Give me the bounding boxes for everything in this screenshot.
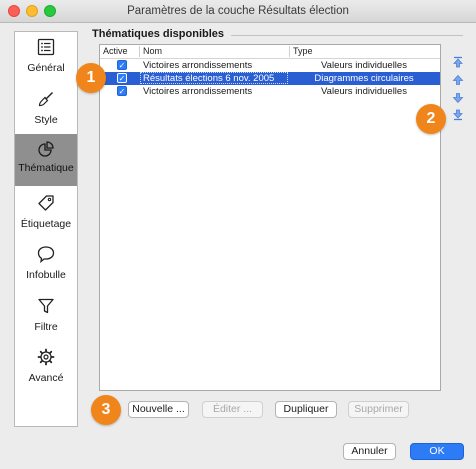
sidebar-item-infobulle[interactable]: Infobulle [15, 245, 77, 295]
brush-icon [38, 92, 53, 107]
move-down-icon[interactable] [452, 92, 464, 104]
move-up-icon[interactable] [452, 74, 464, 86]
sidebar-item-style[interactable]: Style [15, 90, 77, 140]
sidebar-item-label: Général [27, 62, 65, 74]
sidebar-item-label: Étiquetage [20, 218, 72, 230]
active-checkbox[interactable]: ✓ [117, 86, 127, 96]
delete-thematic-button[interactable]: Supprimer [348, 401, 409, 418]
section-title: Thématiques disponibles [92, 28, 225, 40]
thematic-chart-icon [38, 141, 54, 157]
sidebar-item-label: Style [34, 114, 58, 126]
ok-button[interactable]: OK [410, 443, 464, 460]
sidebar-item-label: Thématique [18, 162, 74, 174]
duplicate-thematic-button[interactable]: Dupliquer [275, 401, 337, 418]
active-checkbox[interactable]: ✓ [117, 73, 127, 83]
table-header: Active Nom Type [100, 45, 440, 59]
sidebar-item-general[interactable]: Général [15, 38, 77, 88]
gear-icon [37, 348, 55, 366]
table-row[interactable]: ✓ Victoires arrondissements Valeurs indi… [100, 85, 440, 98]
sidebar-item-label: Avancé [28, 372, 64, 384]
tag-icon [38, 195, 54, 211]
window-title: Paramètres de la couche Résultats électi… [127, 5, 349, 17]
sidebar-item-label: Infobulle [26, 269, 66, 281]
row-type: Diagrammes circulaires [314, 73, 414, 84]
sidebar-item-filtre[interactable]: Filtre [15, 297, 77, 347]
speech-bubble-icon [37, 246, 55, 263]
title-bar: Paramètres de la couche Résultats électi… [0, 0, 476, 23]
row-type: Valeurs individuelles [321, 86, 407, 97]
callout-badge-1: 1 [76, 63, 106, 93]
column-separator [139, 46, 140, 57]
row-type: Valeurs individuelles [321, 60, 407, 71]
callout-badge-3: 3 [91, 395, 121, 425]
cancel-button[interactable]: Annuler [343, 443, 396, 460]
callout-badge-2: 2 [416, 104, 446, 134]
row-name: Victoires arrondissements [143, 60, 253, 71]
sidebar-item-thematique[interactable]: Thématique [15, 134, 77, 186]
move-to-top-icon[interactable] [452, 56, 464, 68]
new-thematic-button[interactable]: Nouvelle ... [128, 401, 189, 418]
column-separator [289, 46, 290, 57]
section-divider [231, 35, 463, 36]
list-icon [37, 38, 55, 56]
edit-thematic-button[interactable]: Éditer ... [202, 401, 263, 418]
sidebar-item-avance[interactable]: Avancé [15, 348, 77, 398]
table-row-selected[interactable]: ✓ Résultats élections 6 nov. 2005 Diagra… [100, 72, 440, 85]
row-name: Victoires arrondissements [143, 86, 253, 97]
row-name: Résultats élections 6 nov. 2005 [143, 73, 275, 84]
thematics-table[interactable]: Active Nom Type ✓ Victoires arrondisseme… [99, 44, 441, 391]
sidebar-item-label: Filtre [34, 321, 58, 333]
move-to-bottom-icon[interactable] [452, 109, 464, 121]
filter-icon [38, 298, 54, 314]
sidebar: Général Style Thématique Étiquetage Info… [14, 31, 78, 427]
column-header-type[interactable]: Type [293, 46, 313, 56]
table-row[interactable]: ✓ Victoires arrondissements Valeurs indi… [100, 59, 440, 72]
column-header-active[interactable]: Active [103, 46, 128, 56]
sidebar-item-etiquetage[interactable]: Étiquetage [15, 194, 77, 244]
active-checkbox[interactable]: ✓ [117, 60, 127, 70]
column-header-nom[interactable]: Nom [143, 46, 162, 56]
